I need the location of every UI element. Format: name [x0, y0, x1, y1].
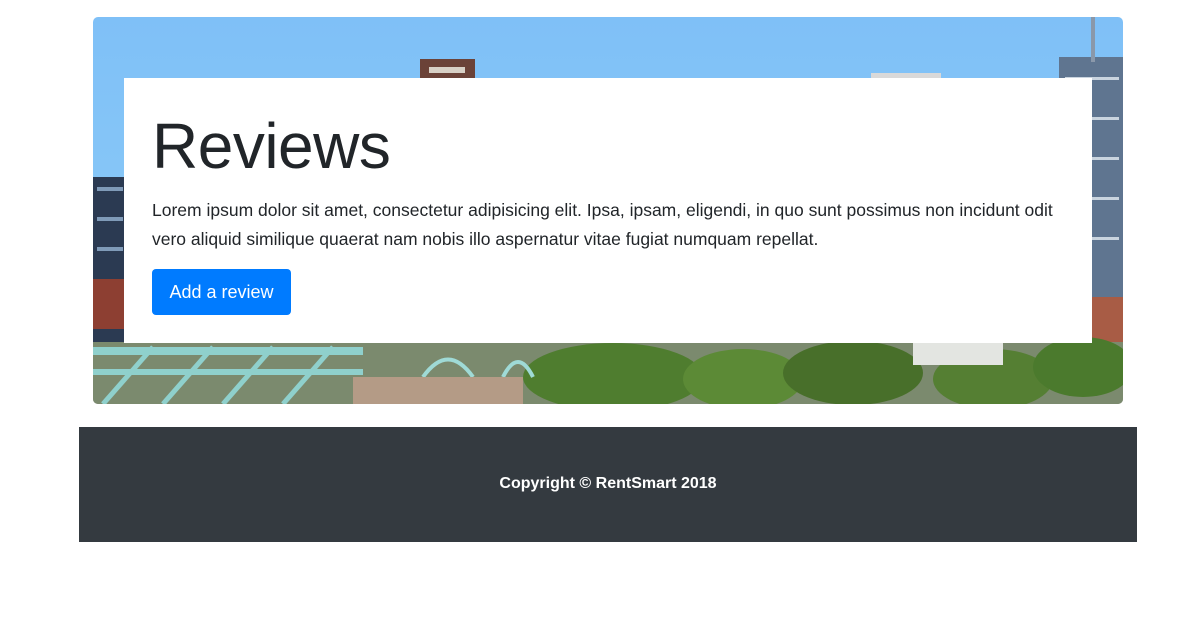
site-footer: Copyright © RentSmart 2018 [79, 427, 1137, 542]
add-review-button[interactable]: Add a review [152, 269, 291, 315]
copyright-text: Copyright © RentSmart 2018 [499, 475, 717, 492]
hero-card: Reviews Lorem ipsum dolor sit amet, cons… [124, 78, 1092, 343]
page-title: Reviews [152, 110, 391, 182]
hero-lead-text: Lorem ipsum dolor sit amet, consectetur … [152, 200, 1053, 249]
